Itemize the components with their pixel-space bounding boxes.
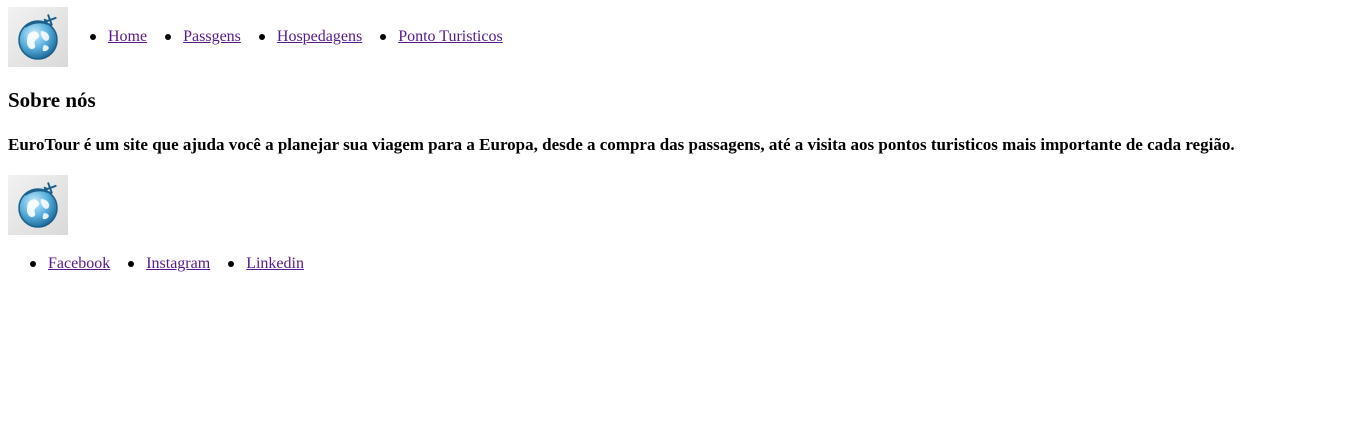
- nav-link-hospedagens[interactable]: Hospedagens: [277, 28, 362, 46]
- main-nav: Home Passgens Hospedagens Ponto Turistic…: [90, 28, 521, 46]
- social-item-instagram: Instagram: [128, 255, 210, 273]
- about-text: EuroTour é um site que ajuda você a plan…: [8, 135, 1235, 154]
- nav-item-passagens: Passgens: [165, 28, 241, 46]
- nav-item-home: Home: [90, 28, 147, 46]
- site-logo: [8, 7, 68, 67]
- nav-item-hospedagens: Hospedagens: [258, 28, 362, 46]
- list-bullet: [380, 34, 387, 40]
- nav-link-pontos-turisticos[interactable]: Ponto Turisticos: [398, 28, 502, 46]
- list-bullet: [258, 34, 265, 40]
- globe-plane-icon: [18, 14, 58, 60]
- social-link-facebook[interactable]: Facebook: [48, 255, 110, 273]
- list-bullet: [90, 34, 96, 40]
- social-links: Facebook Instagram Linkedin: [30, 255, 322, 273]
- footer-logo: [8, 175, 68, 235]
- list-bullet: [30, 261, 36, 267]
- list-bullet: [165, 34, 172, 40]
- nav-link-home[interactable]: Home: [108, 28, 147, 46]
- page-title: Sobre nós: [8, 88, 96, 112]
- nav-link-passagens[interactable]: Passgens: [183, 28, 241, 46]
- social-item-facebook: Facebook: [30, 255, 110, 273]
- globe-plane-icon: [18, 182, 58, 228]
- social-link-linkedin[interactable]: Linkedin: [246, 255, 304, 273]
- list-bullet: [228, 261, 235, 267]
- nav-item-pontos-turisticos: Ponto Turisticos: [380, 28, 503, 46]
- social-item-linkedin: Linkedin: [228, 255, 304, 273]
- list-bullet: [128, 261, 135, 267]
- social-link-instagram[interactable]: Instagram: [146, 255, 210, 273]
